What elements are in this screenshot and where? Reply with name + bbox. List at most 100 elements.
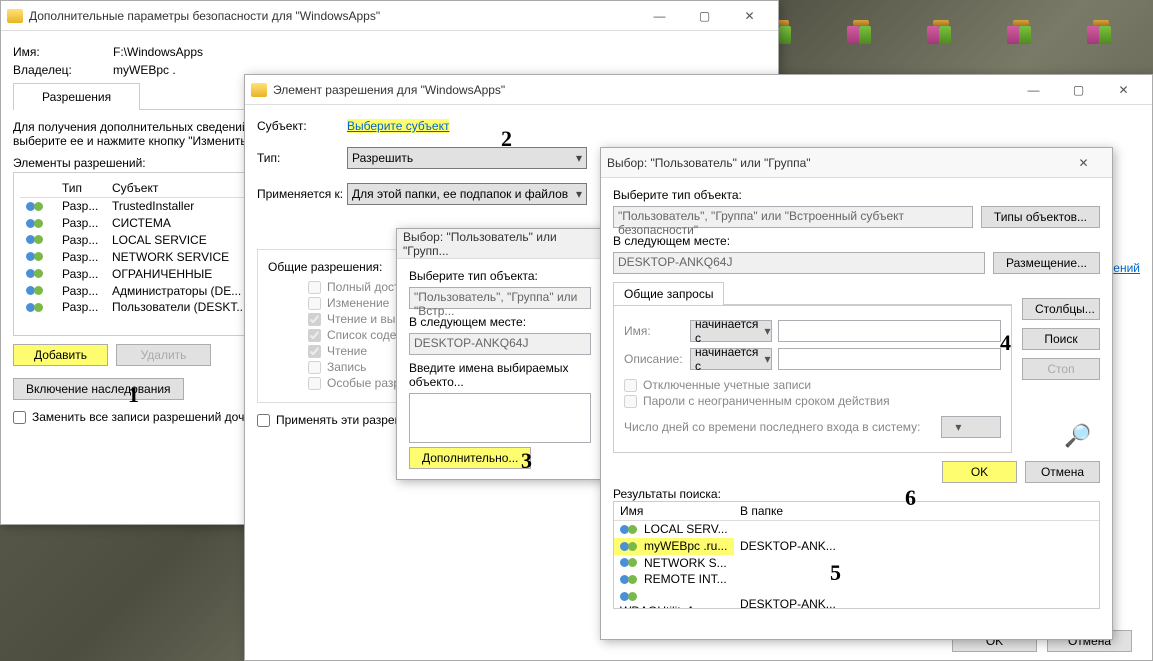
th-name[interactable]: Имя [614,502,734,521]
users-icon [26,267,48,281]
description-label: Описание: [624,352,684,366]
find-button[interactable]: Поиск [1022,328,1100,350]
desktop-icon-winrar[interactable] [830,10,890,58]
annotation-5: 5 [830,560,841,586]
result-row[interactable]: NETWORK S... [614,555,1099,572]
object-type-field: "Пользователь", "Группа" или "Встр... [409,287,591,309]
select-user-small-title: Выбор: "Пользователь" или "Групп... [403,230,597,258]
permission-checkbox [308,345,321,358]
name-match-combo: начинается с [690,320,772,342]
enter-names-label: Введите имена выбираемых объекто... [409,361,591,389]
magnify-icon [1064,423,1100,453]
select-subject-link[interactable]: Выберите субъект [347,119,449,133]
users-icon [26,217,48,231]
result-row[interactable]: REMOTE INT... [614,571,1099,588]
nonexpiring-pwd-checkbox [624,395,637,408]
users-icon [26,301,48,315]
type-dropdown[interactable]: Разрешить [347,147,587,169]
description-input[interactable] [778,348,1001,370]
permission-checkbox [308,361,321,374]
stop-button: Стоп [1022,358,1100,380]
permission-checkbox [308,281,321,294]
result-row[interactable]: myWEBpc .ru...DESKTOP-ANK... [614,538,1099,555]
close-button[interactable]: ✕ [1061,149,1106,177]
user-icon [620,540,642,554]
location-label: В следующем месте: [613,234,1100,248]
object-types-button[interactable]: Типы объектов... [981,206,1100,228]
tab-permissions[interactable]: Разрешения [13,83,140,110]
desc-match-combo: начинается с [690,348,772,370]
days-since-login-label: Число дней со времени последнего входа в… [624,420,935,434]
permission-checkbox [308,377,321,390]
select-user-advanced-title: Выбор: "Пользователь" или "Группа" [607,156,1061,170]
subject-label: Субъект: [257,119,347,133]
annotation-3: 3 [521,448,532,474]
columns-button[interactable]: Столбцы... [1022,298,1100,320]
users-icon [26,233,48,247]
name-label: Имя: [13,45,113,59]
tab-common-queries[interactable]: Общие запросы [613,282,724,305]
name-input[interactable] [778,320,1001,342]
minimize-button[interactable]: — [637,2,682,30]
disabled-accounts-label: Отключенные учетные записи [643,378,811,392]
add-button[interactable]: Добавить [13,344,108,366]
apply-permissions-checkbox[interactable] [257,414,270,427]
applies-to-dropdown[interactable]: Для этой папки, ее подпапок и файлов [347,183,587,205]
desktop-icon-winrar[interactable] [1070,10,1130,58]
result-row[interactable]: WDAGUtilityA...DESKTOP-ANK... [614,588,1099,609]
advanced-button[interactable]: Дополнительно... [409,447,531,469]
days-combo [941,416,1001,438]
permission-entry-title: Элемент разрешения для "WindowsApps" [273,83,1011,97]
cancel-button[interactable]: Отмена [1025,461,1100,483]
maximize-button[interactable]: ▢ [682,2,727,30]
th-type[interactable]: Тип [56,179,106,198]
advanced-security-title: Дополнительные параметры безопасности дл… [29,9,637,23]
location-button[interactable]: Размещение... [993,252,1100,274]
ok-button[interactable]: OK [942,461,1017,483]
remove-button: Удалить [116,344,211,366]
other-link[interactable]: ений [1113,261,1140,275]
location-label: В следующем месте: [409,315,591,329]
replace-entries-checkbox[interactable] [13,411,26,424]
object-type-field: "Пользователь", "Группа" или "Встроенный… [613,206,973,228]
enable-inheritance-button[interactable]: Включение наследования [13,378,184,400]
select-object-type-label: Выберите тип объекта: [613,188,1100,202]
name-value: F:\WindowsApps [113,45,203,59]
permission-label: Запись [327,360,366,374]
location-field: DESKTOP-ANKQ64J [409,333,591,355]
maximize-button[interactable]: ▢ [1056,76,1101,104]
permission-checkbox [308,313,321,326]
applies-to-label: Применяется к: [257,187,347,201]
minimize-button[interactable]: — [1011,76,1056,104]
nonexpiring-pwd-label: Пароли с неограниченным сроком действия [643,394,890,408]
annotation-6: 6 [905,485,916,511]
user-icon [620,590,642,604]
desktop-icon-winrar[interactable] [910,10,970,58]
desktop-icon-winrar[interactable] [990,10,1050,58]
permission-label: Чтение [327,344,367,358]
names-textarea[interactable] [409,393,591,443]
user-icon [620,556,642,570]
annotation-1: 1 [128,382,139,408]
permission-checkbox [308,329,321,342]
users-icon [26,284,48,298]
result-row[interactable]: LOCAL SERV... [614,521,1099,538]
close-button[interactable]: ✕ [727,2,772,30]
annotation-2: 2 [501,126,512,152]
users-icon [26,250,48,264]
user-icon [620,573,642,587]
owner-label: Владелец: [13,63,113,77]
search-results-label: Результаты поиска: [613,487,1100,501]
select-object-type-label: Выберите тип объекта: [409,269,591,283]
replace-entries-label: Заменить все записи разрешений доч... [32,410,254,424]
user-icon [620,523,642,537]
close-button[interactable]: ✕ [1101,76,1146,104]
disabled-accounts-checkbox [624,379,637,392]
folder-icon [7,9,23,23]
annotation-4: 4 [1000,330,1011,356]
permission-label: Изменение [327,296,389,310]
name-label: Имя: [624,324,684,338]
type-label: Тип: [257,151,347,165]
owner-value: myWEBpc . [113,63,176,77]
location-field: DESKTOP-ANKQ64J [613,252,985,274]
